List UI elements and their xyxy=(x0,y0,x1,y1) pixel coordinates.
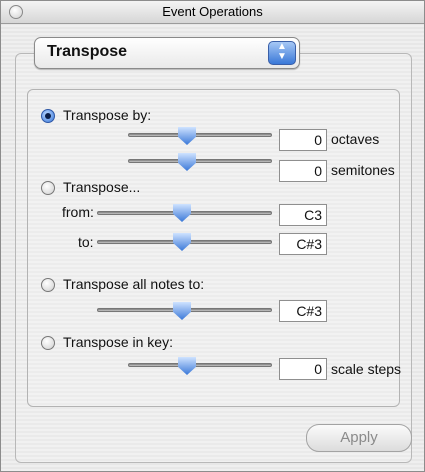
semitones-unit-label: semitones xyxy=(331,162,395,178)
transpose-from-to-label: Transpose... xyxy=(63,179,141,195)
transpose-all-radio[interactable] xyxy=(41,278,55,292)
octaves-field[interactable]: 0 xyxy=(279,129,327,151)
transpose-in-key-label: Transpose in key: xyxy=(63,334,173,350)
event-operations-window: Event Operations Transpose ▲ ▼ Transpose … xyxy=(0,0,425,472)
to-label: to: xyxy=(78,234,94,250)
semitones-field[interactable]: 0 xyxy=(279,160,327,182)
from-label: from: xyxy=(62,204,94,220)
transpose-from-to-radio[interactable] xyxy=(41,181,55,195)
scale-steps-unit-label: scale steps xyxy=(331,361,402,377)
to-note-field[interactable]: C#3 xyxy=(279,233,327,255)
operation-popup[interactable]: Transpose ▲ ▼ xyxy=(34,37,300,69)
octaves-slider-track[interactable] xyxy=(128,133,272,137)
semitones-slider-track[interactable] xyxy=(128,159,272,163)
operation-popup-value: Transpose xyxy=(47,43,128,60)
transpose-by-label: Transpose by: xyxy=(63,107,152,123)
from-note-field[interactable]: C3 xyxy=(279,204,327,226)
window-title: Event Operations xyxy=(162,4,263,19)
popup-arrows-icon: ▲ ▼ xyxy=(268,41,296,65)
transpose-in-key-radio[interactable] xyxy=(41,336,55,350)
transpose-all-label: Transpose all notes to: xyxy=(63,276,205,292)
scale-steps-field[interactable]: 0 xyxy=(279,358,327,380)
octaves-unit-label: octaves xyxy=(331,131,380,147)
transpose-all-note-field[interactable]: C#3 xyxy=(279,300,327,322)
title-bar: Event Operations xyxy=(1,1,424,24)
scale-steps-slider-track[interactable] xyxy=(128,363,272,367)
transpose-by-radio[interactable] xyxy=(41,109,55,123)
apply-button[interactable]: Apply xyxy=(306,424,412,452)
